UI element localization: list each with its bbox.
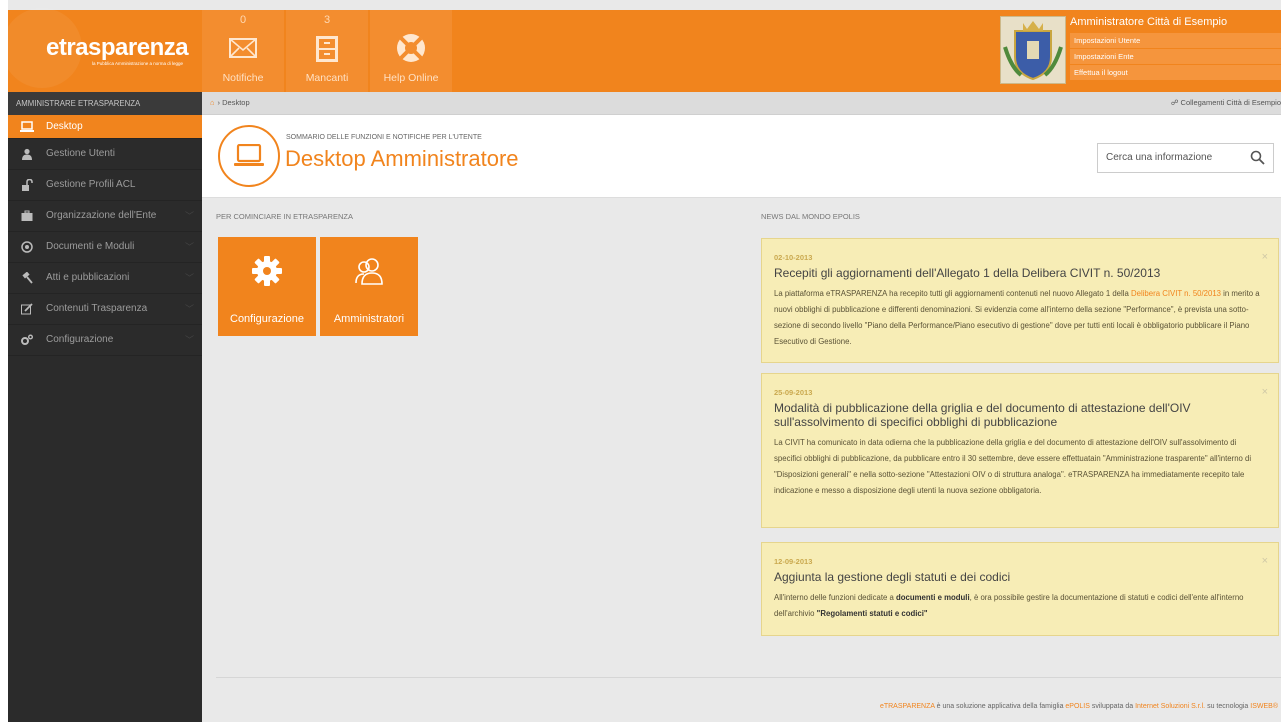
collegamenti-link[interactable]: ☍ Collegamenti Città di Esempio [1171,98,1281,107]
lock-icon [20,178,34,191]
news-date: 02-10-2013 [774,253,813,262]
top-header: etrasparenza la Pubblica Amministrazione… [2,8,1281,92]
logo-text: etrasparenza [46,34,189,61]
delibera-link[interactable]: Delibera CIVIT n. 50/2013 [1131,289,1221,298]
window-edge [0,0,8,722]
page-title: Desktop Amministratore [285,146,519,171]
city-crest-image [1000,16,1066,84]
footer-divider [216,677,1281,678]
search-input[interactable]: Cerca una informazione [1097,143,1274,173]
help-online-button[interactable]: Help Online [370,10,452,92]
search-placeholder: Cerca una informazione [1106,152,1213,163]
tile-label: Configurazione [230,313,304,325]
laptop-icon [234,144,264,166]
tile-label: Amministratori [333,313,405,325]
mancanti-count: 3 [323,14,331,26]
sidebar-heading: AMMINISTRARE ETRASPARENZA [8,92,202,115]
help-online-label: Help Online [383,72,439,84]
close-icon[interactable]: × [1262,251,1268,263]
link-icon: ☍ [1170,98,1179,107]
notifiche-count: 0 [239,14,247,26]
close-icon[interactable]: × [1262,386,1268,398]
breadcrumb: ⌂ › Desktop [210,98,250,107]
edit-icon [20,303,34,315]
news-heading: NEWS DAL MONDO EPOLIS [761,212,860,221]
footer-internet-soluzioni-link[interactable]: Internet Soluzioni S.r.l. [1135,703,1205,710]
chevron-down-icon: ﹀ [184,335,194,345]
mancanti-button[interactable]: 3 Mancanti [286,10,368,92]
impostazioni-ente-link[interactable]: Impostazioni Ente [1070,49,1281,64]
news-body: La piattaforma eTRASPARENZA ha recepito … [774,289,1260,346]
cogs-icon [20,334,34,346]
sidebar: AMMINISTRARE ETRASPARENZA Desktop Gestio… [8,92,202,722]
chevron-right-icon: › [217,98,221,107]
cabinet-icon [316,36,338,62]
sidebar-item-label: Atti e pubblicazioni [46,272,130,283]
search-icon[interactable] [1250,150,1265,165]
sidebar-item-configurazione[interactable]: Configurazione ﹀ [8,325,202,356]
sidebar-item-desktop[interactable]: Desktop [8,115,202,139]
laptop-icon [20,121,34,133]
impostazioni-utente-link[interactable]: Impostazioni Utente [1070,33,1281,48]
news-title[interactable]: Aggiunta la gestione degli statuti e dei… [774,570,1266,584]
sidebar-item-gestione-profili-acl[interactable]: Gestione Profili ACL [8,170,202,201]
news-title[interactable]: Modalità di pubblicazione della griglia … [774,401,1266,429]
sidebar-item-organizzazione-ente[interactable]: Organizzazione dell'Ente ﹀ [8,201,202,232]
briefcase-icon [20,210,34,222]
sidebar-item-documenti-moduli[interactable]: Documenti e Moduli ﹀ [8,232,202,263]
users-icon [355,258,383,285]
sidebar-item-label: Gestione Utenti [46,148,115,159]
logout-link[interactable]: Effettua il logout [1070,65,1281,80]
tile-amministratori[interactable]: Amministratori [320,237,418,336]
logo-tagline: la Pubblica Amministrazione a norma di l… [92,61,184,66]
circle-icon [20,241,34,253]
sidebar-item-contenuti-trasparenza[interactable]: Contenuti Trasparenza ﹀ [8,294,202,325]
news-item: × 02-10-2013 Recepiti gli aggiornamenti … [761,238,1279,363]
tile-configurazione[interactable]: Configurazione [218,237,316,336]
news-body: All'interno delle funzioni dedicate a do… [774,593,1244,618]
page-header: SOMMARIO DELLE FUNZIONI E NOTIFICHE PER … [202,115,1281,198]
chevron-down-icon: ﹀ [184,211,194,221]
chevron-down-icon: ﹀ [184,273,194,283]
sidebar-item-label: Gestione Profili ACL [46,179,136,190]
home-icon[interactable]: ⌂ [210,98,215,107]
news-body: La CIVIT ha comunicato in data odierna c… [774,438,1252,495]
user-icon [20,148,34,160]
sidebar-item-label: Configurazione [46,334,114,345]
logo[interactable]: etrasparenza la Pubblica Amministrazione… [2,8,202,92]
breadcrumb-bar: ⌂ › Desktop ☍ Collegamenti Città di Esemp… [202,92,1281,115]
sidebar-item-label: Desktop [46,121,83,132]
start-heading: PER COMINCIARE IN ETRASPARENZA [216,212,353,221]
chevron-down-icon: ﹀ [184,304,194,314]
envelope-icon [229,38,257,58]
breadcrumb-current[interactable]: Desktop [222,98,250,107]
page-title-badge [218,125,280,187]
footer-etrasparenza-link[interactable]: eTRASPARENZA [880,703,935,710]
footer-epolis-link[interactable]: ePOLIS [1065,703,1090,710]
gear-icon [252,256,282,286]
news-item: × 12-09-2013 Aggiunta la gestione degli … [761,542,1279,636]
sidebar-item-label: Documenti e Moduli [46,241,135,252]
news-date: 25-09-2013 [774,388,813,397]
sidebar-item-label: Contenuti Trasparenza [46,303,148,314]
notifiche-button[interactable]: 0 Notifiche [202,10,284,92]
sidebar-item-gestione-utenti[interactable]: Gestione Utenti [8,139,202,170]
news-title[interactable]: Recepiti gli aggiornamenti dell'Allegato… [774,266,1266,280]
footer-isweb-link[interactable]: ISWEB® [1250,703,1278,710]
close-icon[interactable]: × [1262,555,1268,567]
lifebuoy-icon [397,34,425,62]
admin-name: Amministratore Città di Esempio [1070,16,1228,28]
collegamenti-label: Collegamenti Città di Esempio [1180,98,1281,107]
footer: eTRASPARENZA è una soluzione applicativa… [879,703,1278,710]
chevron-down-icon: ﹀ [184,242,194,252]
news-date: 12-09-2013 [774,557,813,566]
sidebar-item-label: Organizzazione dell'Ente [46,210,157,221]
notifiche-label: Notifiche [222,72,264,84]
gavel-icon [20,271,34,284]
mancanti-label: Mancanti [305,72,349,84]
news-item: × 25-09-2013 Modalità di pubblicazione d… [761,373,1279,528]
page-subtitle: SOMMARIO DELLE FUNZIONI E NOTIFICHE PER … [286,134,482,141]
sidebar-item-atti-pubblicazioni[interactable]: Atti e pubblicazioni ﹀ [8,263,202,294]
